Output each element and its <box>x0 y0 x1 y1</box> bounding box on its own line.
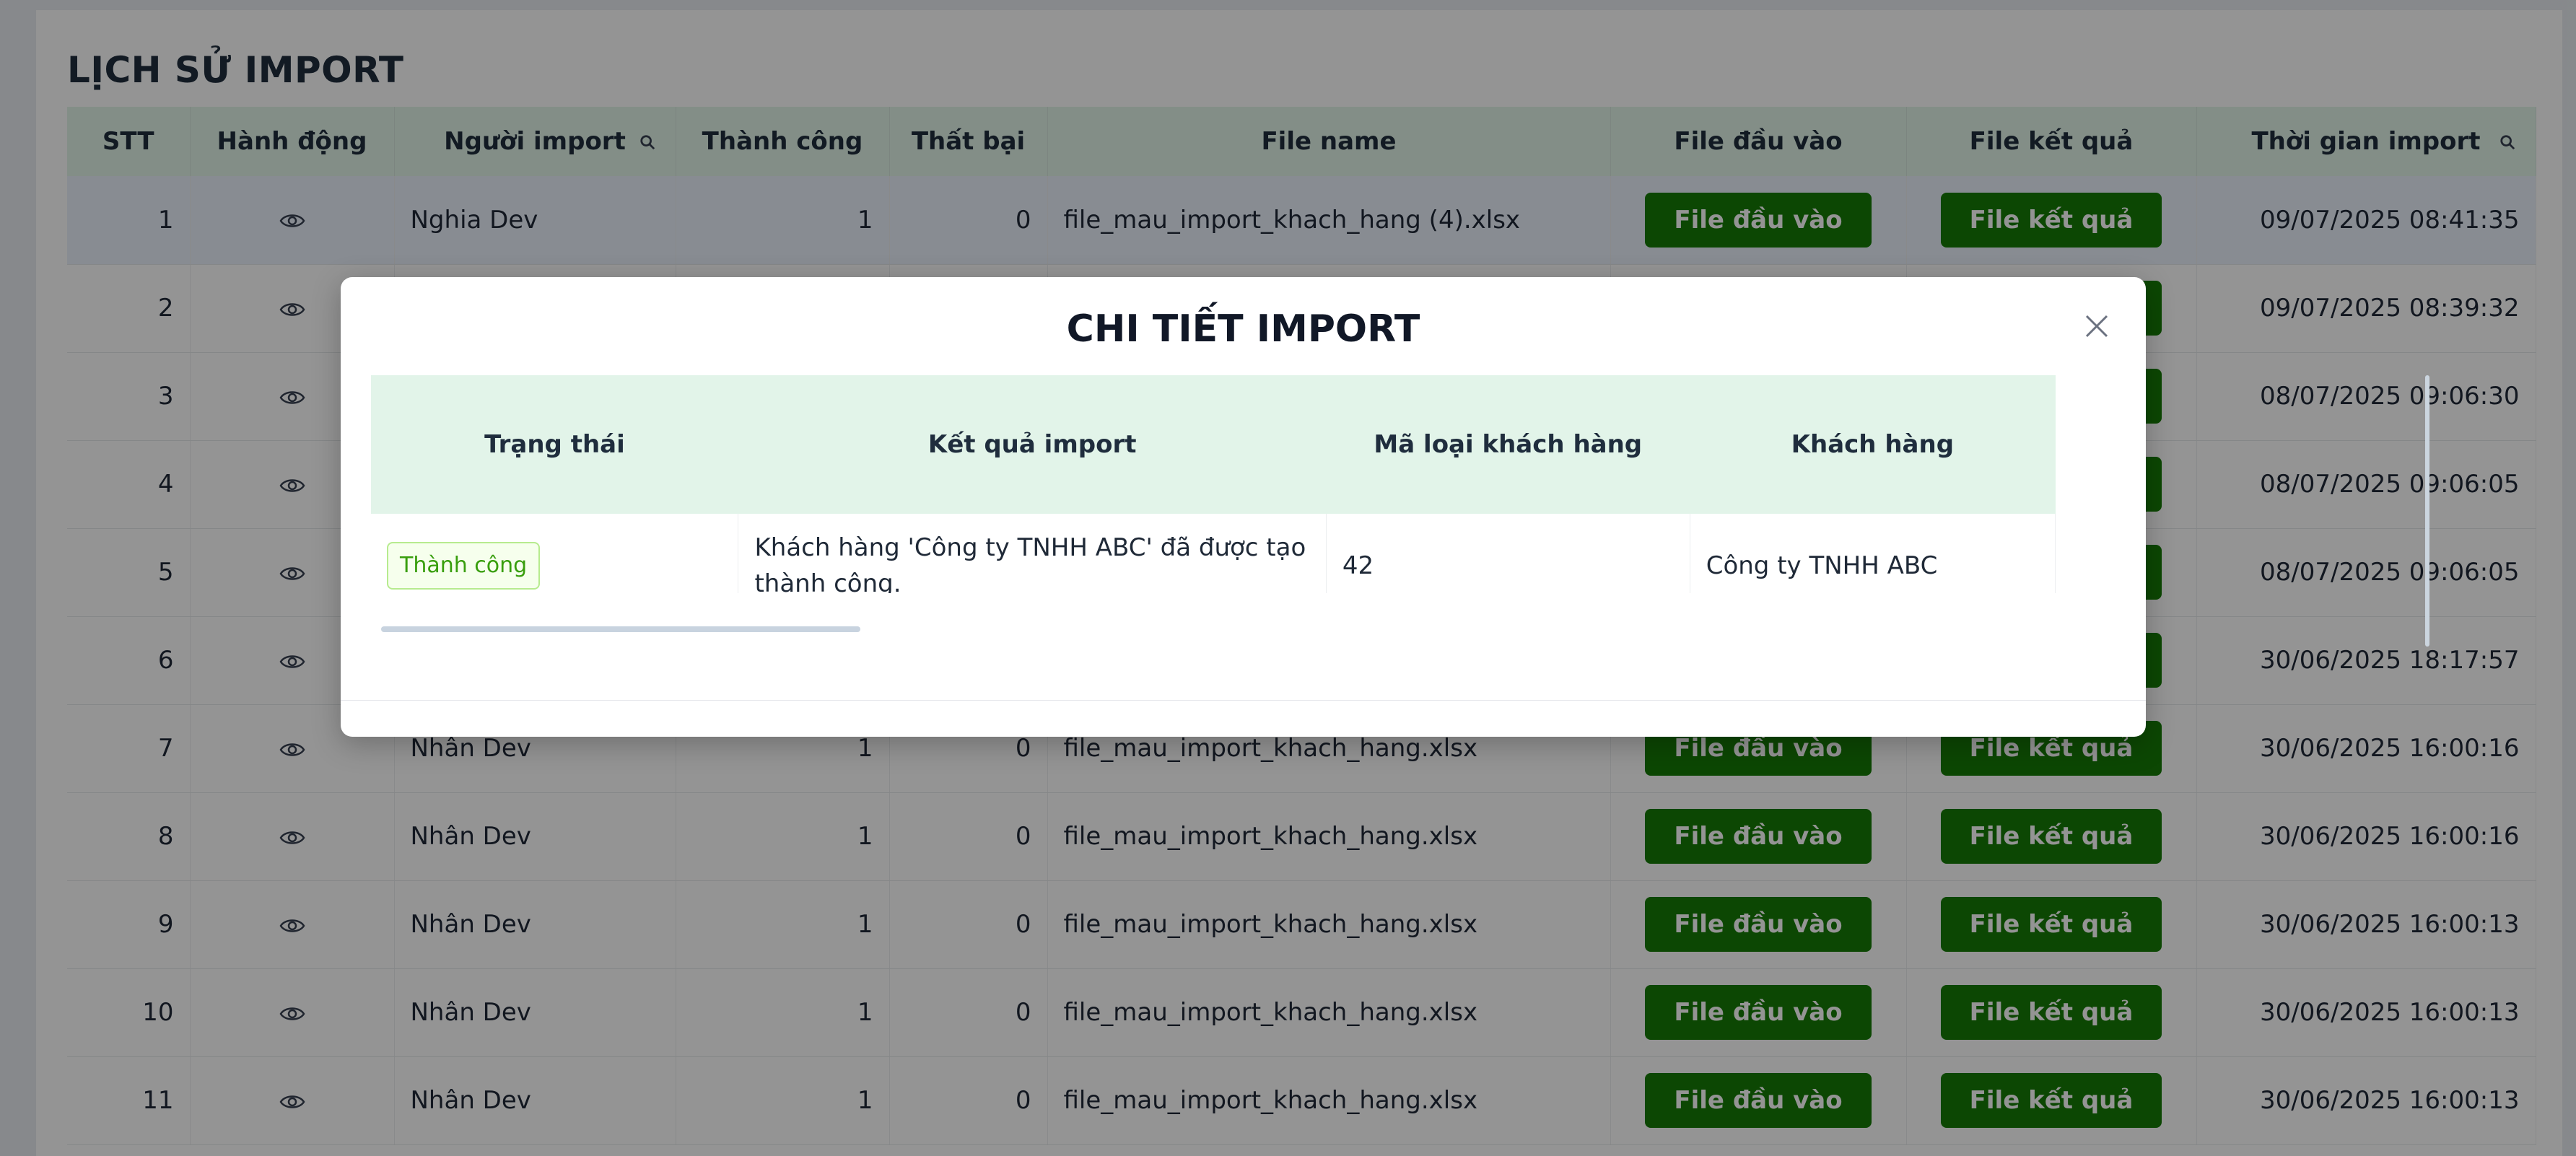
header-status: Trạng thái <box>371 375 738 514</box>
customer-cell: Công ty TNHH ABC <box>1690 514 2056 593</box>
customer-type-code-cell: 42 <box>1326 514 1690 593</box>
modal-header-row: Trạng thái Kết quả import Mã loại khách … <box>371 375 2056 514</box>
import-detail-table: Trạng thái Kết quả import Mã loại khách … <box>371 375 2056 593</box>
header-customer: Khách hàng <box>1690 375 2056 514</box>
modal-footer-divider <box>341 700 2146 701</box>
close-icon[interactable] <box>2082 312 2111 341</box>
header-customer-type-code: Mã loại khách hàng <box>1326 375 1690 514</box>
modal-title: CHI TIẾT IMPORT <box>1066 307 1420 351</box>
status-cell: Thành công <box>371 514 739 593</box>
import-detail-modal: CHI TIẾT IMPORT Trạng thái Kết quả impor… <box>341 277 2429 737</box>
result-cell: Khách hàng 'Công ty TNHH ABC' đã được tạ… <box>738 514 1327 593</box>
table-row: Thành công Khách hàng 'Công ty TNHH ABC'… <box>371 514 2056 593</box>
vertical-scrollbar[interactable] <box>2425 375 2429 647</box>
status-badge: Thành công <box>387 541 541 590</box>
horizontal-scrollbar[interactable] <box>381 626 860 632</box>
modal-table-scroll-area: Trạng thái Kết quả import Mã loại khách … <box>371 375 2056 593</box>
header-result: Kết quả import <box>738 375 1327 514</box>
